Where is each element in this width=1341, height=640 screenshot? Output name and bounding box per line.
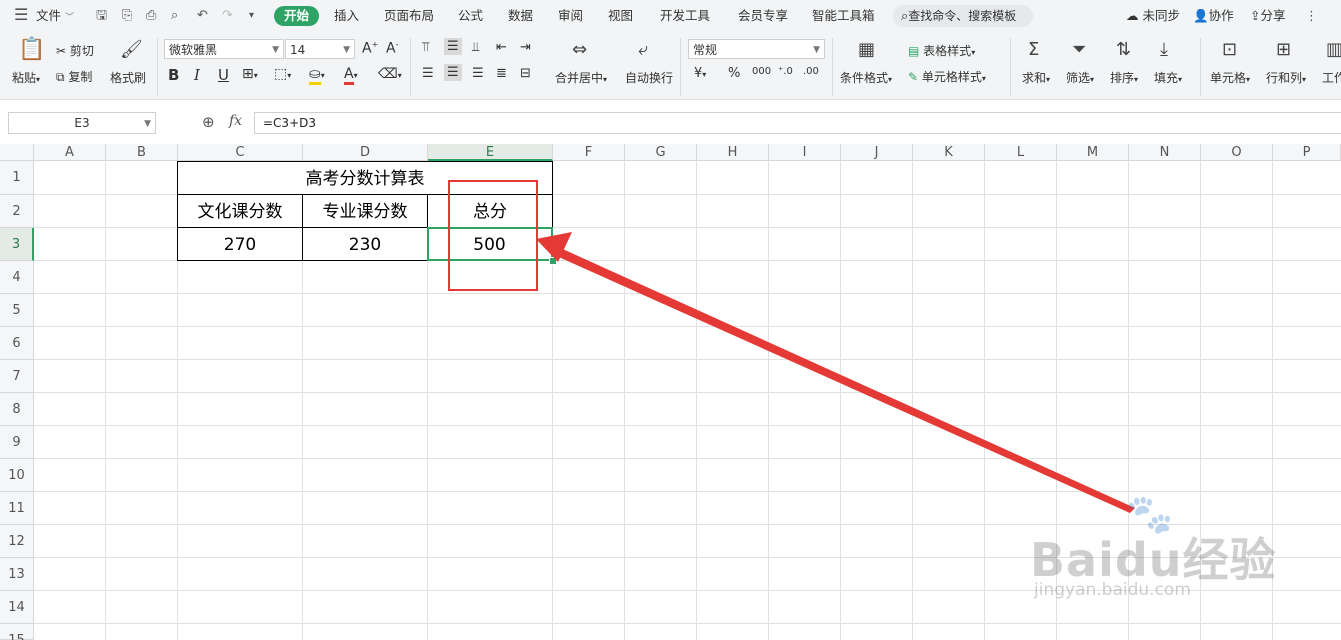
watermark-url: jingyan.baidu.com <box>1034 580 1191 600</box>
annotation-arrow-shaft <box>552 246 1135 513</box>
baidu-watermark: 🐾 Baidu经验 jingyan.baidu.com <box>1030 492 1280 612</box>
